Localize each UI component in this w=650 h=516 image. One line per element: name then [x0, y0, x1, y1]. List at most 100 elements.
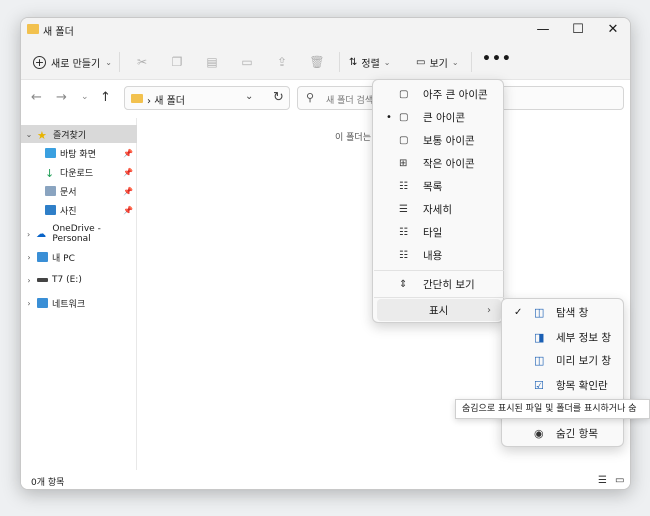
chevron-right-icon: › — [487, 304, 491, 316]
more-options-button[interactable]: ••• — [482, 51, 512, 67]
menu-item-content[interactable]: ☷ 내용 — [377, 244, 501, 266]
grid-icon: ⊞ — [399, 157, 408, 169]
menu-item-show[interactable]: 표시 › — [377, 299, 501, 321]
share-icon[interactable]: ⇪ — [274, 54, 290, 70]
pin-icon: 📌 — [123, 205, 133, 215]
list-icon: ☷ — [399, 180, 408, 192]
divider — [374, 270, 504, 271]
pane-icon: ◫ — [534, 353, 545, 367]
menu-item-small-icons[interactable]: ⊞ 작은 아이콘 — [377, 152, 501, 174]
picture-icon — [45, 205, 56, 215]
sidebar-item-this-pc[interactable]: › 내 PC — [21, 248, 137, 266]
pane-icon: ◫ — [534, 305, 545, 319]
content-icon: ☷ — [399, 249, 408, 261]
back-arrow-icon[interactable]: ← — [31, 90, 42, 105]
sort-icon: ⇅ — [349, 56, 358, 68]
tiles-icon: ☷ — [399, 226, 408, 238]
paste-icon[interactable]: ▤ — [204, 54, 220, 70]
menu-item-medium-icons[interactable]: ▢ 보통 아이콘 — [377, 129, 501, 151]
sort-button[interactable]: ⇅ 정렬 ⌄ — [349, 53, 391, 71]
network-icon — [37, 298, 48, 308]
view-icon: ▭ — [416, 56, 426, 68]
divider — [374, 297, 504, 298]
divider — [339, 52, 340, 72]
monitor-icon: ▢ — [399, 111, 409, 123]
large-icons-view-icon[interactable]: ▭ — [615, 475, 624, 486]
sidebar-item-onedrive[interactable]: › ☁ OneDrive - Personal — [21, 224, 137, 244]
chevron-down-icon[interactable]: ⌄ — [245, 91, 253, 102]
delete-icon[interactable]: 🗑 — [309, 54, 325, 70]
sidebar-item-network[interactable]: › 네트워크 — [21, 294, 137, 312]
folder-icon — [27, 24, 39, 34]
pin-icon: 📌 — [123, 186, 133, 196]
menu-item-tiles[interactable]: ☷ 타일 — [377, 221, 501, 243]
sidebar-item-quick-access[interactable]: ⌄ ★ 즐겨찾기 — [21, 125, 137, 143]
chevron-right-icon[interactable]: › — [21, 276, 37, 285]
sort-label: 정렬 — [361, 58, 380, 70]
copy-icon[interactable]: ❐ — [169, 54, 185, 70]
refresh-icon[interactable]: ↻ — [273, 90, 284, 105]
chevron-right-icon[interactable]: › — [21, 299, 37, 308]
menu-item-navigation-pane[interactable]: ✓ ◫ 탐색 창 — [506, 301, 621, 323]
menu-item-extra-large-icons[interactable]: ▢ 아주 큰 아이콘 — [377, 83, 501, 105]
chevron-right-icon[interactable]: › — [21, 253, 37, 262]
eye-icon: ◉ — [534, 426, 544, 440]
sidebar-item-downloads[interactable]: ↓ 다운로드 📌 — [21, 163, 137, 181]
menu-item-preview-pane[interactable]: ◫ 미리 보기 창 — [506, 349, 621, 371]
cloud-icon: ☁ — [36, 229, 47, 240]
sidebar-item-documents[interactable]: 문서 📌 — [21, 182, 137, 200]
menu-item-item-checkboxes[interactable]: ☑ 항목 확인란 — [506, 374, 621, 396]
chevron-down-icon: ⌄ — [383, 57, 391, 67]
menu-item-details-pane[interactable]: ◨ 세부 정보 창 — [506, 326, 621, 348]
folder-icon — [131, 94, 143, 103]
monitor-icon: ▢ — [399, 88, 409, 100]
recent-chevron-icon[interactable]: ⌄ — [81, 92, 89, 102]
sidebar-item-drive[interactable]: › T7 (E:) — [21, 271, 137, 289]
menu-item-large-icons[interactable]: • ▢ 큰 아이콘 — [377, 106, 501, 128]
document-icon — [45, 186, 56, 196]
chevron-right-icon[interactable]: › — [21, 230, 36, 239]
up-arrow-icon[interactable]: ↑ — [100, 90, 111, 105]
sidebar-item-pictures[interactable]: 사진 📌 — [21, 201, 137, 219]
selected-bullet: • — [386, 111, 392, 123]
chevron-down-icon[interactable]: ⌄ — [21, 130, 37, 139]
forward-arrow-icon[interactable]: → — [56, 90, 67, 105]
checkbox-icon: ☑ — [534, 378, 544, 392]
minimize-button[interactable]: — — [526, 18, 560, 42]
close-button[interactable]: ✕ — [596, 18, 630, 42]
tooltip: 숨김으로 표시된 파일 및 폴더를 표시하거나 숨 — [455, 399, 650, 419]
drive-icon — [37, 278, 48, 282]
computer-icon — [37, 252, 48, 262]
divider — [119, 52, 120, 72]
details-view-icon[interactable]: ☰ — [598, 475, 607, 486]
show-submenu: ✓ ◫ 탐색 창 ◨ 세부 정보 창 ◫ 미리 보기 창 ☑ 항목 확인란 ◉ 숨긴 항목 — [501, 298, 624, 447]
new-button[interactable]: + 새로 만들기 ⌄ — [33, 53, 112, 71]
maximize-button[interactable]: ☐ — [561, 18, 595, 42]
command-bar: + 새로 만들기 ⌄ ✂ ❐ ▤ ▭ ⇪ 🗑 ⇅ 정렬 ⌄ ▭ 보기 ⌄ ••• — [21, 42, 630, 80]
menu-item-list[interactable]: ☷ 목록 — [377, 175, 501, 197]
search-icon: ⚲ — [306, 91, 315, 104]
rename-icon[interactable]: ▭ — [239, 54, 255, 70]
search-placeholder: 새 폴더 검색 — [326, 96, 374, 106]
chevron-down-icon: ⌄ — [105, 57, 112, 67]
window-title: 새 폴더 — [43, 27, 74, 38]
view-button[interactable]: ▭ 보기 ⌄ — [416, 53, 459, 71]
navigation-pane: ⌄ ★ 즐겨찾기 바탕 화면 📌 ↓ 다운로드 📌 문서 📌 사진 📌 › ☁ … — [21, 118, 137, 470]
monitor-icon: ▢ — [399, 134, 409, 146]
chevron-down-icon: ⌄ — [451, 57, 459, 67]
download-icon: ↓ — [45, 167, 55, 180]
new-label: 새로 만들기 — [51, 58, 101, 70]
menu-item-hidden-items[interactable]: ◉ 숨긴 항목 — [506, 422, 621, 444]
address-bar[interactable]: › 새 폴더 ⌄ ↻ — [124, 86, 290, 110]
title-bar: 새 폴더 — ☐ ✕ — [21, 18, 630, 42]
pane-icon: ◨ — [534, 330, 545, 344]
compact-view-icon: ⇕ — [399, 278, 408, 290]
address-row: ← → ⌄ ↑ › 새 폴더 ⌄ ↻ ⚲ 새 폴더 검색 — [21, 80, 630, 118]
sidebar-item-desktop[interactable]: 바탕 화면 📌 — [21, 144, 137, 162]
divider — [471, 52, 472, 72]
item-count: 0개 항목 — [31, 478, 65, 488]
menu-item-compact-view[interactable]: ⇕ 간단히 보기 — [377, 273, 501, 295]
menu-item-details[interactable]: ☰ 자세히 — [377, 198, 501, 220]
cut-icon[interactable]: ✂ — [134, 54, 150, 70]
view-menu: ▢ 아주 큰 아이콘 • ▢ 큰 아이콘 ▢ 보통 아이콘 ⊞ 작은 아이콘 ☷ 목록 ☰ 자… — [372, 79, 504, 323]
